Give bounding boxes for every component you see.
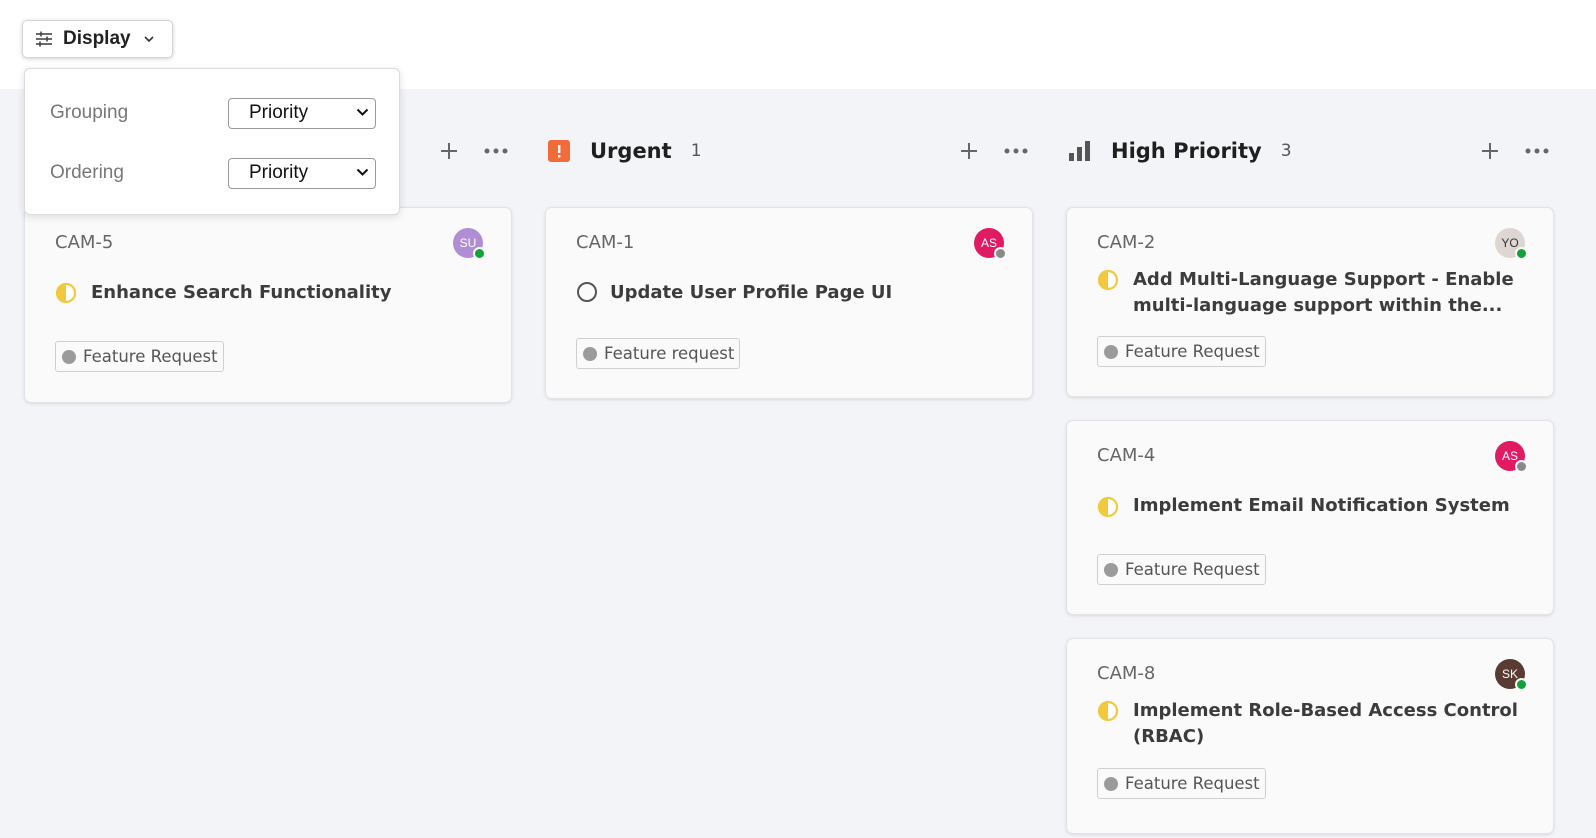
column-more-button[interactable]: [1004, 139, 1028, 163]
half-circle-icon: [1097, 269, 1119, 291]
column-header-urgent: Urgent 1: [548, 135, 702, 167]
grouping-label: Grouping: [50, 102, 129, 123]
column-count: 3: [1280, 141, 1292, 161]
issue-card[interactable]: CAM-1 AS Update User Profile Page UI Fea…: [545, 207, 1033, 399]
avatar-initials: AS: [980, 236, 997, 250]
label-tag[interactable]: Feature Request: [1097, 554, 1266, 585]
grouping-row: Grouping Priority: [25, 97, 399, 129]
label-tag[interactable]: Feature request: [576, 338, 741, 369]
chevron-down-icon: [356, 108, 369, 116]
label-tag[interactable]: Feature Request: [1097, 336, 1266, 367]
half-circle-icon: [1097, 496, 1119, 518]
label-text: Feature Request: [1125, 342, 1260, 361]
more-horizontal-icon: [1004, 148, 1028, 154]
presence-indicator: [994, 247, 1007, 260]
empty-circle-icon: [577, 282, 597, 302]
avatar[interactable]: YO: [1495, 228, 1528, 260]
label-dot-icon: [1104, 776, 1118, 791]
display-options-popover: Grouping Priority Ordering Priority: [24, 68, 400, 215]
issue-card[interactable]: CAM-2 YO Add Multi-Language Support - En…: [1066, 207, 1554, 397]
issue-id: CAM-1: [576, 232, 635, 253]
avatar[interactable]: AS: [1495, 441, 1528, 473]
avatar[interactable]: SU: [453, 228, 486, 260]
label-tag[interactable]: Feature Request: [1097, 768, 1266, 799]
issue-card[interactable]: CAM-4 AS Implement Email Notification Sy…: [1066, 420, 1554, 615]
label-text: Feature request: [604, 344, 735, 363]
ordering-select-value: Priority: [249, 162, 309, 183]
column-more-button[interactable]: [484, 139, 508, 163]
issue-title: Add Multi-Language Support - Enable mult…: [1133, 269, 1514, 316]
label-dot-icon: [583, 346, 597, 361]
chevron-down-icon: [356, 168, 369, 176]
add-issue-button[interactable]: [437, 139, 461, 163]
chevron-down-icon: [144, 36, 154, 43]
issue-id: CAM-4: [1097, 445, 1156, 466]
issue-title: Enhance Search Functionality: [91, 282, 392, 303]
issue-title: Update User Profile Page UI: [610, 282, 893, 303]
issue-card[interactable]: CAM-8 SK Implement Role-Based Access Con…: [1066, 638, 1554, 834]
grouping-select-value: Priority: [249, 102, 309, 123]
plus-icon: [441, 143, 457, 159]
label-text: Feature Request: [83, 347, 218, 366]
ordering-label: Ordering: [50, 162, 124, 183]
display-button-label: Display: [63, 28, 131, 49]
issue-id: CAM-8: [1097, 663, 1156, 684]
issue-title: Implement Role-Based Access Control (RBA…: [1133, 700, 1518, 747]
add-issue-button[interactable]: [1478, 139, 1502, 163]
avatar[interactable]: SK: [1495, 659, 1528, 691]
more-horizontal-icon: [1525, 148, 1549, 154]
ordering-row: Ordering Priority: [25, 157, 399, 189]
column-header-high-priority: High Priority 3: [1069, 135, 1292, 167]
grouping-select[interactable]: Priority: [228, 97, 376, 129]
issue-card[interactable]: CAM-5 SU Enhance Search Functionality Fe…: [24, 207, 512, 403]
issue-id: CAM-2: [1097, 232, 1156, 253]
avatar-initials: SU: [459, 236, 477, 250]
signal-bars-icon: [1069, 141, 1090, 161]
urgent-icon: [548, 140, 570, 162]
avatar-initials: SK: [1501, 667, 1518, 681]
issue-title: Implement Email Notification System: [1133, 495, 1510, 516]
label-dot-icon: [62, 349, 76, 364]
column-title: High Priority: [1111, 139, 1262, 163]
issue-id: CAM-5: [55, 232, 114, 253]
presence-indicator: [1515, 678, 1528, 691]
add-issue-button[interactable]: [957, 139, 981, 163]
label-dot-icon: [1104, 344, 1118, 359]
column-count: 1: [690, 141, 702, 161]
presence-indicator: [1515, 247, 1528, 260]
sliders-icon: [36, 31, 52, 47]
plus-icon: [961, 143, 977, 159]
more-horizontal-icon: [484, 148, 508, 154]
plus-icon: [1482, 143, 1498, 159]
display-button[interactable]: Display: [22, 20, 173, 58]
avatar[interactable]: AS: [974, 228, 1007, 260]
label-text: Feature Request: [1125, 774, 1260, 793]
label-dot-icon: [1104, 562, 1118, 577]
presence-indicator: [1515, 460, 1528, 473]
ordering-select[interactable]: Priority: [228, 157, 376, 189]
label-tag[interactable]: Feature Request: [55, 341, 224, 372]
label-text: Feature Request: [1125, 560, 1260, 579]
half-circle-icon: [55, 282, 77, 304]
column-title: Urgent: [590, 139, 672, 163]
avatar-initials: AS: [1501, 449, 1518, 463]
column-more-button[interactable]: [1525, 139, 1549, 163]
presence-indicator: [473, 247, 486, 260]
half-circle-icon: [1097, 700, 1119, 722]
